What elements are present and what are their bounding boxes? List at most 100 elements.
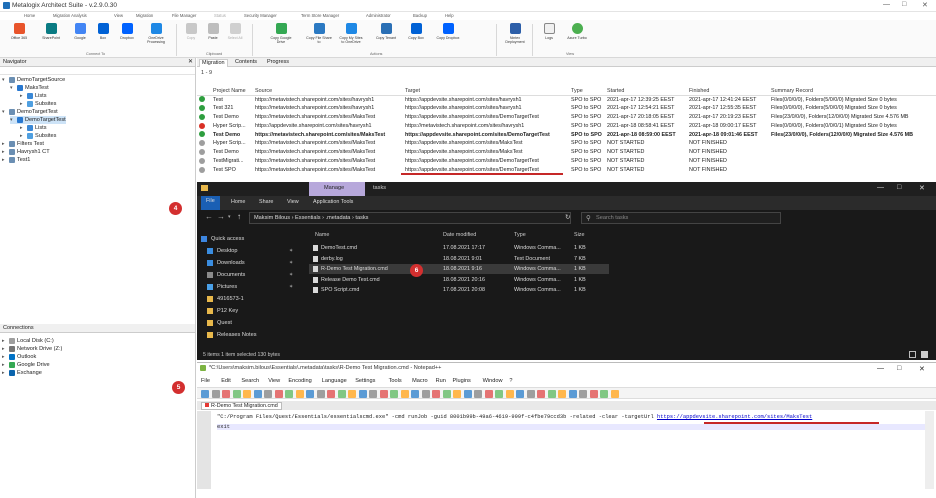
column-header-size[interactable]: Size (574, 232, 585, 238)
maximize-icon[interactable]: □ (897, 365, 901, 372)
document-tab[interactable]: R-Demo Test Migration.cmd (201, 402, 282, 410)
expand-icon[interactable]: ▸ (20, 125, 25, 131)
nav-item[interactable]: Downloads ✶ (207, 260, 293, 266)
pin-icon[interactable]: ✶ (289, 260, 293, 266)
toolbar-icon[interactable] (316, 390, 325, 398)
minimize-icon[interactable]: — (877, 365, 884, 372)
np-menu-window[interactable]: Window (483, 378, 503, 384)
tree-item[interactable]: ▸ Subsites (20, 100, 56, 108)
menu-security-manager[interactable]: Security Manager (244, 13, 277, 18)
tree-item[interactable]: ▾ DemoTargetSource (2, 76, 65, 84)
toolbar-icon[interactable] (421, 390, 430, 398)
toolbar-icon[interactable] (222, 390, 230, 398)
file-row[interactable]: DemoTest.cmd 17.08.2021 17:17 Windows Comm… (309, 243, 609, 253)
copy-my-sites-button[interactable]: Copy My Sites to OneDrive (338, 23, 364, 44)
np-menu-encoding[interactable]: Encoding (288, 378, 311, 384)
close-icon[interactable]: ✕ (922, 1, 928, 9)
pin-icon[interactable]: ✶ (289, 272, 293, 278)
tree-item[interactable]: ▾ DemoTargetTest (10, 116, 66, 124)
nav-item[interactable]: Releases Notes (207, 332, 257, 338)
menu-migration-analysis[interactable]: Migration Analysis (53, 13, 87, 18)
navigator-close-icon[interactable]: ✕ (188, 58, 193, 65)
logs-button[interactable]: Logs (536, 23, 562, 40)
toolbar-icon[interactable] (348, 390, 356, 398)
onedrive-processing-button[interactable]: OneDrive Processing (143, 23, 169, 44)
column-header-target[interactable]: Target (403, 87, 569, 96)
toolbar-icon[interactable] (568, 390, 577, 398)
toolbar-icon[interactable] (505, 390, 514, 398)
connection-item[interactable]: ▸ Google Drive (2, 362, 50, 368)
toolbar-icon[interactable] (369, 390, 377, 398)
menu-migration[interactable]: Migration (136, 13, 153, 18)
table-row[interactable]: Test SPO https://metavistech.sharepoint.c… (197, 165, 936, 174)
table-row[interactable]: Hyper Scrip... https://appdevsite.sharepo… (197, 121, 936, 130)
nintex-deployment-button[interactable]: Nintex Deployment (502, 23, 528, 44)
table-row[interactable]: Hyper Scrip... https://metavistech.sharep… (197, 139, 936, 148)
editor-area[interactable]: "C:/Program Files/Quest/Essentials/essen… (197, 411, 936, 489)
toolbar-icon[interactable] (432, 390, 440, 398)
minimize-icon[interactable]: — (877, 184, 884, 191)
menu-file-manager[interactable]: File Manager (172, 13, 196, 18)
breadcrumb-item[interactable]: tasks (355, 215, 368, 221)
toolbar-icon[interactable] (327, 390, 335, 398)
close-icon[interactable]: ✕ (919, 184, 925, 192)
menu-help[interactable]: Help (445, 13, 454, 18)
connection-item[interactable]: ▸ Outlook (2, 354, 36, 360)
tab-progress[interactable]: Progress (265, 59, 291, 67)
tab-view[interactable]: View (287, 199, 299, 205)
up-icon[interactable]: ↑ (237, 212, 241, 221)
expand-icon[interactable]: ▸ (2, 370, 7, 376)
tab-contents[interactable]: Contents (233, 59, 259, 67)
copy-dropbox-button[interactable]: Copy Dropbox (435, 23, 461, 40)
column-header-date[interactable]: Date modified (443, 232, 476, 238)
tree-item[interactable]: ▸ Lists (20, 92, 47, 100)
pager[interactable]: 1 - 9 (201, 70, 212, 76)
column-header-summary[interactable]: Summary Record (769, 87, 936, 96)
code-line-1[interactable]: "C:/Program Files/Quest/Essentials/essen… (217, 414, 812, 420)
expand-icon[interactable]: ▸ (2, 362, 7, 368)
np-menu-search[interactable]: Search (241, 378, 259, 384)
np-menu-view[interactable]: View (268, 378, 280, 384)
details-view-icon[interactable] (909, 351, 916, 358)
collapse-icon[interactable]: ▾ (2, 109, 7, 115)
pin-icon[interactable]: ✶ (289, 284, 293, 290)
vertical-scrollbar[interactable] (925, 411, 934, 489)
code-line-2[interactable]: exit (217, 424, 927, 430)
pin-icon[interactable]: ✶ (289, 248, 293, 254)
np-menu-edit[interactable]: Edit (221, 378, 231, 384)
expand-icon[interactable]: ▸ (20, 133, 25, 139)
np-menu-tools[interactable]: Tools (389, 378, 402, 384)
forward-icon[interactable]: → (217, 212, 225, 221)
toolbar-icon[interactable] (264, 390, 272, 398)
file-row[interactable]: R-Demo Test Migration.cmd 18.08.2021 9:16… (309, 264, 609, 274)
connection-item[interactable]: ▸ Network Drive (Z:) (2, 346, 62, 352)
sharepoint-button[interactable]: SharePoint (38, 23, 64, 40)
file-row[interactable]: Release Demo Test.cmd 18.08.2021 20:16 Win… (309, 275, 609, 285)
address-bar[interactable]: Maksim Bilous › Essentials › .metadata ›… (249, 212, 571, 224)
np-menu-settings[interactable]: Settings (355, 378, 375, 384)
copy-google-drive-button[interactable]: Copy Google Drive (268, 23, 294, 44)
toolbar-icon[interactable] (600, 390, 608, 398)
minimize-icon[interactable]: — (883, 1, 890, 8)
maximize-icon[interactable]: □ (902, 1, 906, 8)
table-row[interactable]: Test https://metavistech.sharepoint.com/s… (197, 95, 936, 104)
search-box[interactable]: ⚲ Search tasks (581, 212, 781, 224)
file-row[interactable]: derby.log 18.08.2021 9:01 Text Document 7 K… (309, 254, 609, 264)
menu-home[interactable]: Home (24, 13, 35, 18)
expand-icon[interactable]: ▸ (2, 157, 7, 163)
collapse-icon[interactable]: ▾ (10, 85, 15, 91)
toolbar-icon[interactable] (295, 390, 304, 398)
tab-application-tools[interactable]: Application Tools (313, 199, 353, 205)
menu-administrator[interactable]: Administrator (366, 13, 391, 18)
np-menu-file[interactable]: File (201, 378, 210, 384)
connection-item[interactable]: ▸ Local Disk (C:) (2, 338, 54, 344)
close-icon[interactable]: ✕ (919, 365, 925, 373)
target-url-link[interactable]: https://appdevsite.sharepoint.com/sites/… (657, 414, 812, 420)
toolbar-icon[interactable] (474, 390, 482, 398)
file-row[interactable]: SPO Script.cmd 17.08.2021 20:08 Windows Co… (309, 285, 609, 295)
np-menu-plugins[interactable]: Plugins (453, 378, 471, 384)
toolbar-icon[interactable] (337, 390, 346, 398)
toolbar-icon[interactable] (484, 390, 493, 398)
nav-item[interactable]: Quick access (201, 236, 244, 242)
toolbar-icon[interactable] (306, 390, 314, 398)
